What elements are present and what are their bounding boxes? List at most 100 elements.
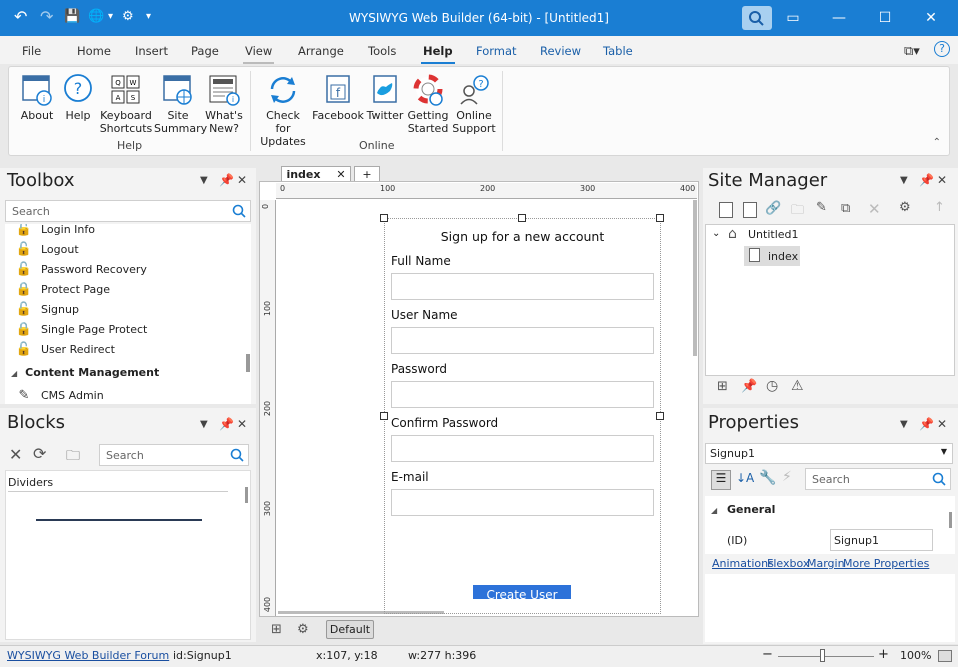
collapse-icon[interactable]: ◢ xyxy=(711,506,717,515)
page-properties-icon[interactable] xyxy=(743,202,757,218)
list-item[interactable]: 🔓 Signup xyxy=(15,302,79,317)
check-updates-button[interactable]: Check for Updates xyxy=(257,73,309,148)
warning-icon[interactable]: ⚠ xyxy=(791,378,804,394)
more-properties-link[interactable]: More Properties xyxy=(843,557,929,570)
site-settings-icon[interactable]: ⚙ xyxy=(899,200,911,215)
forum-link[interactable]: WYSIWYG Web Builder Forum xyxy=(7,649,169,662)
help-button[interactable]: ? Help xyxy=(61,73,95,122)
id-value-field[interactable]: Signup1 xyxy=(830,529,933,551)
margin-link[interactable]: Margin xyxy=(807,557,845,570)
pin-icon[interactable]: 📌 xyxy=(219,417,234,431)
tree-item-index[interactable]: index xyxy=(744,246,800,266)
tab-home[interactable]: Home xyxy=(77,44,111,58)
toolbox-section[interactable]: ◢ Content Management xyxy=(11,366,159,379)
close-button[interactable]: ✕ xyxy=(908,0,954,36)
toolbox-search-input[interactable]: Search xyxy=(5,200,251,222)
flexbox-link[interactable]: Flexbox xyxy=(767,557,809,570)
collapse-ribbon-icon[interactable]: ⌃ xyxy=(933,137,941,148)
divider-block[interactable] xyxy=(36,519,202,521)
sitemap-icon[interactable]: ⊞ xyxy=(717,379,728,394)
user-name-field[interactable] xyxy=(391,327,654,354)
about-button[interactable]: i About xyxy=(15,73,59,122)
list-item[interactable]: 🔓 Password Recovery xyxy=(15,262,147,277)
default-breakpoint-button[interactable]: Default xyxy=(326,620,374,639)
tab-arrange[interactable]: Arrange xyxy=(298,44,344,58)
object-selector[interactable]: Signup1 ▼ xyxy=(705,443,953,464)
zoom-out-icon[interactable]: − xyxy=(762,647,773,662)
panel-close-icon[interactable]: ✕ xyxy=(937,173,947,187)
folder-icon[interactable]: 🗀 xyxy=(66,445,80,469)
zoom-in-icon[interactable]: + xyxy=(878,647,889,662)
list-item[interactable]: 🔒 Protect Page xyxy=(15,282,110,297)
delete-icon[interactable]: ✕ xyxy=(868,200,881,218)
scrollbar-thumb[interactable] xyxy=(949,512,952,528)
tab-review[interactable]: Review xyxy=(540,44,581,58)
scrollbar-thumb[interactable] xyxy=(245,487,248,503)
properties-search-input[interactable]: Search xyxy=(805,468,951,490)
keyboard-shortcuts-button[interactable]: Q W A S Keyboard Shortcuts xyxy=(99,73,153,135)
link-icon[interactable]: 🔗 xyxy=(765,201,781,216)
getting-started-button[interactable]: Getting Started xyxy=(405,73,451,135)
resize-handle[interactable] xyxy=(656,412,664,420)
panel-menu-icon[interactable]: ▼ xyxy=(900,419,908,430)
site-root[interactable]: Untitled1 xyxy=(748,228,799,241)
whats-new-button[interactable]: i What's New? xyxy=(204,73,244,135)
delete-icon[interactable]: ✕ xyxy=(9,445,22,464)
tab-view[interactable]: View xyxy=(242,44,275,64)
zoom-slider[interactable] xyxy=(778,656,874,657)
panel-menu-icon[interactable]: ▼ xyxy=(900,175,908,186)
online-support-button[interactable]: ? Online Support xyxy=(451,73,497,135)
minimize-button[interactable]: — xyxy=(816,0,862,36)
categorized-icon[interactable]: ☰ xyxy=(711,470,731,490)
list-item[interactable]: 🔓 Logout xyxy=(15,242,79,257)
tab-table[interactable]: Table xyxy=(603,44,633,58)
folder-icon[interactable]: 🗀 xyxy=(791,201,804,223)
list-item[interactable]: 🔓 Login Info xyxy=(15,224,95,237)
search-button[interactable] xyxy=(742,6,772,30)
zoom-slider-thumb[interactable] xyxy=(820,649,825,662)
panel-menu-icon[interactable]: ▼ xyxy=(200,419,208,430)
site-summary-button[interactable]: Site Summary xyxy=(154,73,207,135)
wrench-icon[interactable]: 🔧 xyxy=(759,470,776,486)
list-item[interactable]: 🔒 Single Page Protect xyxy=(15,322,147,337)
tab-help[interactable]: Help xyxy=(421,44,455,64)
twitter-button[interactable]: Twitter xyxy=(365,73,405,122)
close-tab-icon[interactable]: ✕ xyxy=(336,168,345,181)
tab-format[interactable]: Format xyxy=(476,44,517,58)
password-field[interactable] xyxy=(391,381,654,408)
clock-icon[interactable]: ◷ xyxy=(766,378,778,394)
pin-icon[interactable]: 📌 xyxy=(919,173,934,187)
tab-insert[interactable]: Insert xyxy=(135,44,168,58)
add-breakpoint-icon[interactable]: ⊞ xyxy=(271,622,282,637)
scrollbar-thumb[interactable] xyxy=(246,354,250,372)
sort-alpha-icon[interactable]: ↓A xyxy=(736,471,754,485)
editor-vscrollbar[interactable] xyxy=(693,200,697,356)
restore-ribbon-icon[interactable]: ▭ xyxy=(770,0,816,36)
tab-file[interactable]: File xyxy=(22,44,41,58)
tab-tools[interactable]: Tools xyxy=(368,44,396,58)
animations-link[interactable]: Animations xyxy=(712,557,774,570)
tab-page[interactable]: Page xyxy=(191,44,219,58)
refresh-icon[interactable]: ⟳ xyxy=(33,444,46,463)
breakpoint-settings-icon[interactable]: ⚙ xyxy=(297,622,309,637)
email-field[interactable] xyxy=(391,489,654,516)
events-icon[interactable]: ⚡ xyxy=(782,469,792,485)
list-item[interactable]: ✎ CMS Admin xyxy=(15,388,104,403)
resize-handle[interactable] xyxy=(518,214,526,222)
collapse-icon[interactable]: ⌄ xyxy=(712,228,720,239)
pin-icon[interactable]: 📌 xyxy=(919,417,934,431)
fullscreen-icon[interactable] xyxy=(938,650,952,662)
help-circle-icon[interactable]: ? xyxy=(934,41,950,57)
facebook-button[interactable]: f Facebook xyxy=(311,73,365,122)
pin-icon[interactable]: 📌 xyxy=(741,379,757,394)
panel-menu-icon[interactable]: ▼ xyxy=(200,175,208,186)
resize-handle[interactable] xyxy=(656,214,664,222)
move-up-icon[interactable]: ↑ xyxy=(934,200,945,215)
new-page-icon[interactable] xyxy=(719,202,733,218)
full-name-field[interactable] xyxy=(391,273,654,300)
panel-close-icon[interactable]: ✕ xyxy=(237,173,247,187)
resize-handle[interactable] xyxy=(380,214,388,222)
panel-close-icon[interactable]: ✕ xyxy=(937,417,947,431)
pin-icon[interactable]: 📌 xyxy=(219,173,234,187)
maximize-button[interactable]: ☐ xyxy=(862,0,908,36)
